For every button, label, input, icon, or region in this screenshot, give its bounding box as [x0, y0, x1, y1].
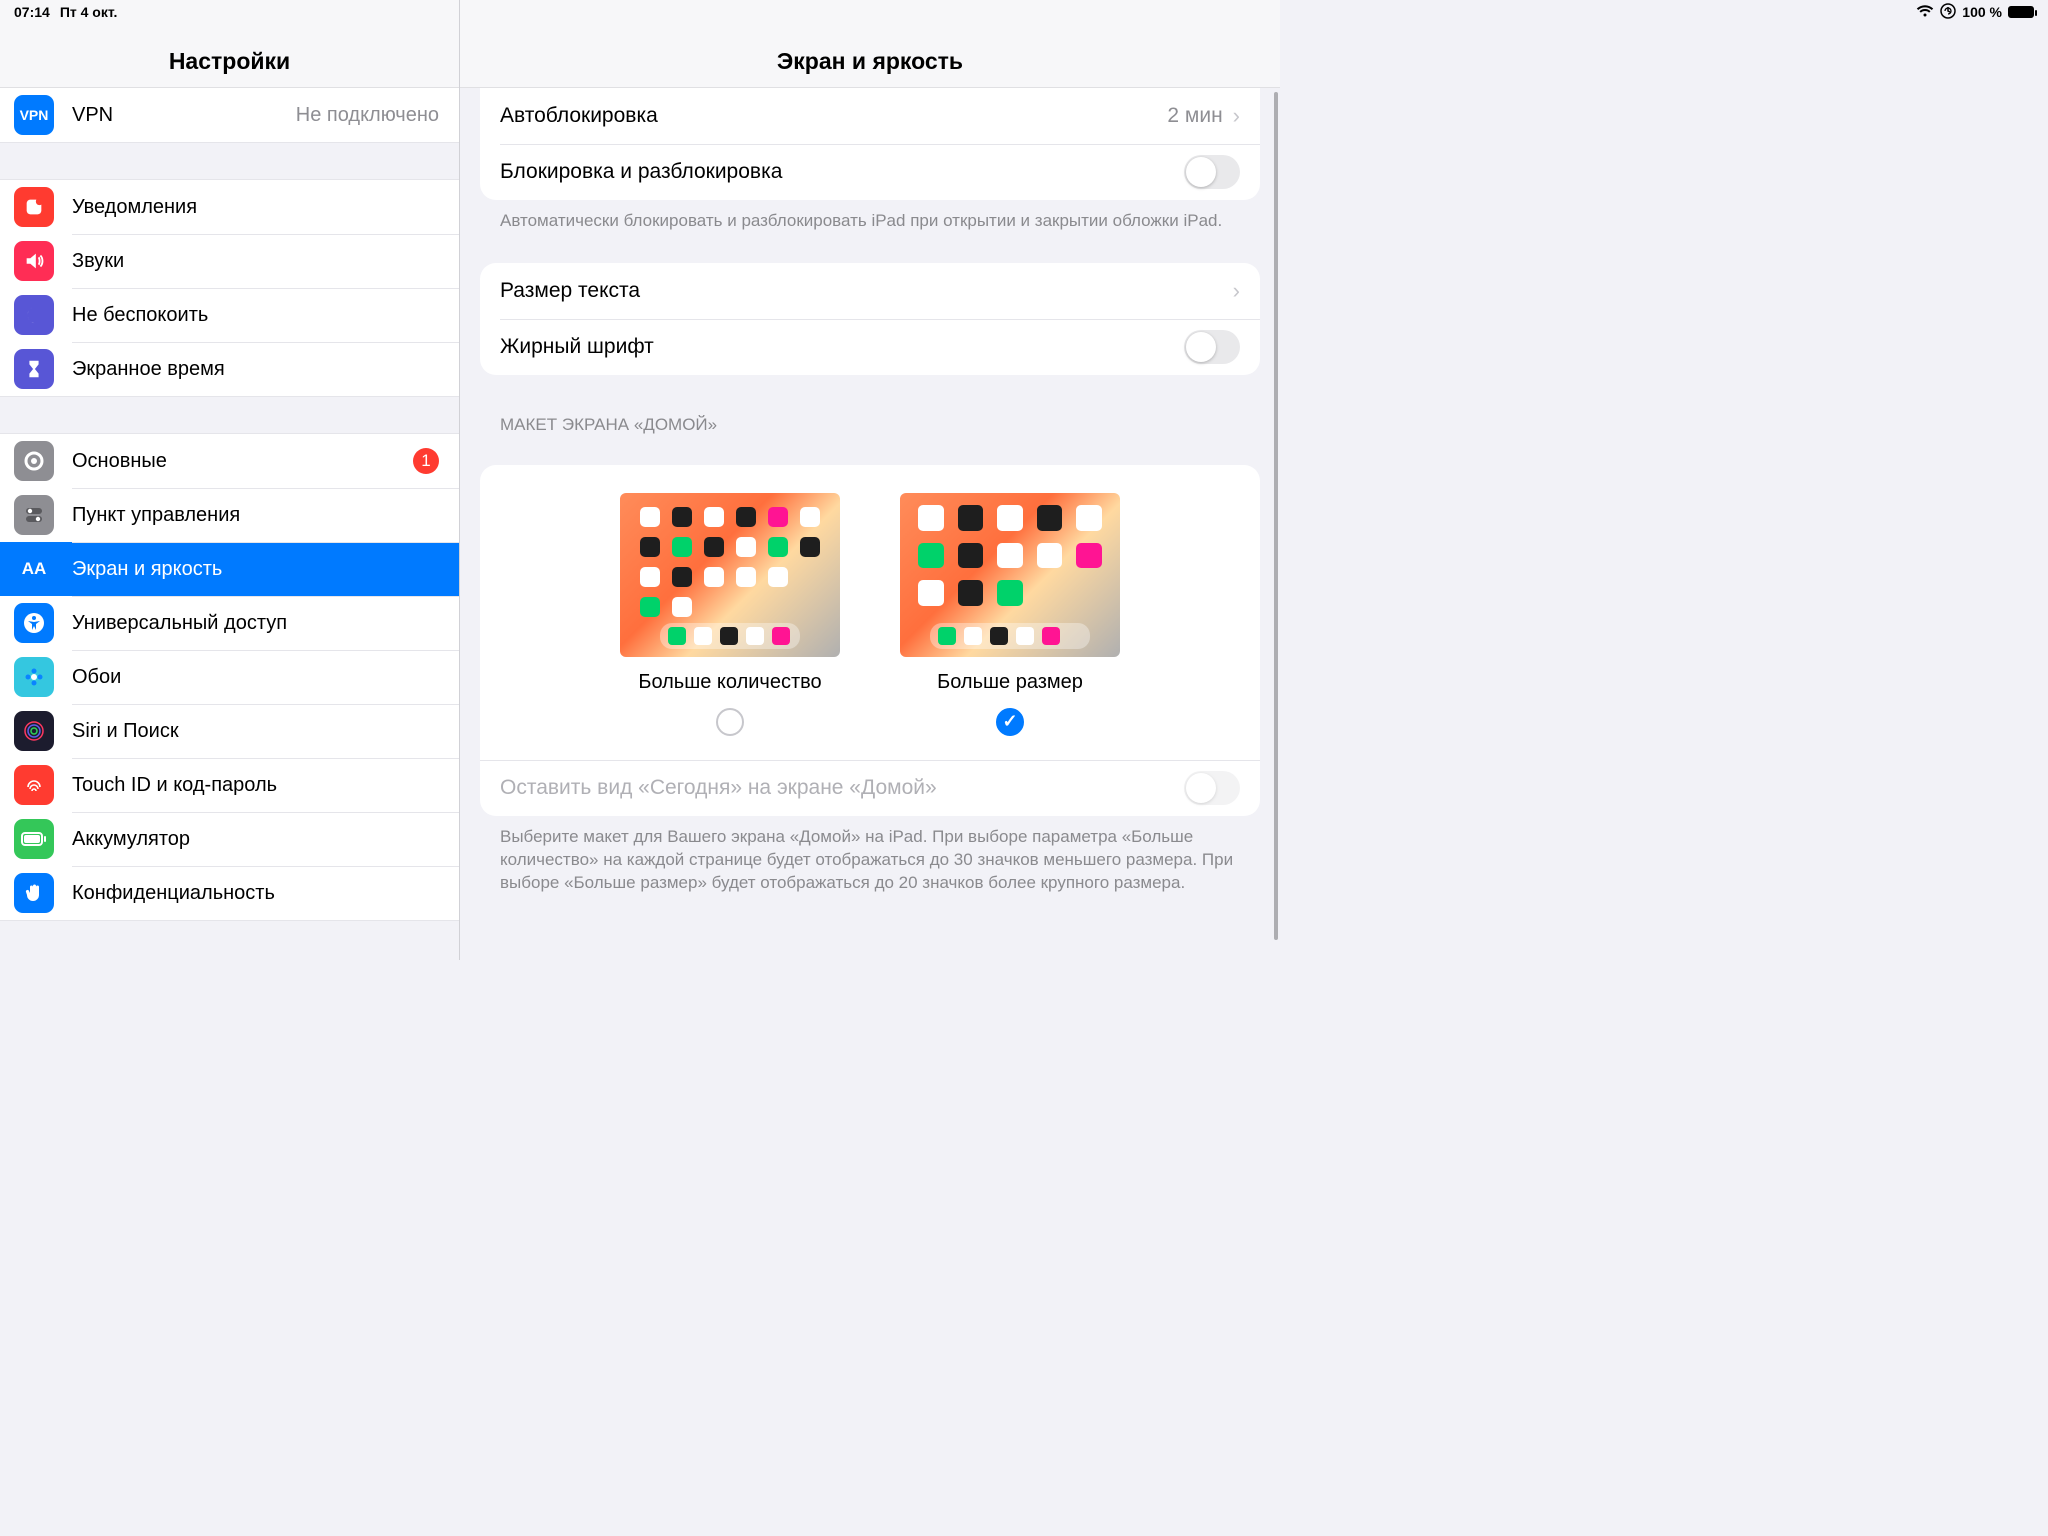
toggle-lock-unlock[interactable]	[1184, 155, 1240, 189]
home-layout-options: Больше количество	[480, 465, 1260, 760]
badge: 1	[413, 448, 439, 474]
option-label: Больше количество	[638, 671, 821, 694]
row-label: Жирный шрифт	[500, 335, 1184, 359]
text-size-icon: AA	[14, 549, 54, 589]
sidebar-item-touchid[interactable]: Touch ID и код-пароль	[0, 758, 459, 812]
sidebar-item-general[interactable]: Основные 1	[0, 434, 459, 488]
radio-larger[interactable]	[996, 708, 1024, 736]
sidebar-item-label: VPN	[72, 104, 296, 127]
hand-icon	[14, 873, 54, 913]
detail-pane: Экран и яркость Автоблокировка 2 мин › Б…	[460, 0, 1280, 960]
bell-icon	[14, 187, 54, 227]
row-lock-unlock[interactable]: Блокировка и разблокировка	[480, 144, 1260, 200]
sidebar-item-label: Пункт управления	[72, 504, 445, 527]
sidebar-item-label: Аккумулятор	[72, 828, 445, 851]
layout-option-more[interactable]: Больше количество	[620, 493, 840, 736]
option-label: Больше размер	[937, 671, 1083, 694]
row-label: Автоблокировка	[500, 104, 1167, 128]
sidebar-item-label: Touch ID и код-пароль	[72, 774, 445, 797]
sidebar-item-label: Экранное время	[72, 358, 445, 381]
sidebar-item-notifications[interactable]: Уведомления	[0, 180, 459, 234]
row-value: 2 мин	[1167, 104, 1222, 128]
hourglass-icon	[14, 349, 54, 389]
row-bold-text[interactable]: Жирный шрифт	[480, 319, 1260, 375]
sidebar-item-value: Не подключено	[296, 104, 439, 127]
sidebar-item-screentime[interactable]: Экранное время	[0, 342, 459, 396]
sidebar-item-accessibility[interactable]: Универсальный доступ	[0, 596, 459, 650]
chevron-right-icon: ›	[1233, 278, 1240, 304]
sidebar-item-label: Экран и яркость	[72, 558, 445, 581]
scrollbar[interactable]	[1274, 92, 1278, 940]
sidebar-item-label: Siri и Поиск	[72, 720, 445, 743]
settings-sidebar: Настройки VPN VPN Не подключено Уведомле…	[0, 0, 460, 960]
sidebar-item-wallpaper[interactable]: Обои	[0, 650, 459, 704]
status-date: Пт 4 окт.	[60, 4, 118, 20]
row-label: Оставить вид «Сегодня» на экране «Домой»	[500, 776, 1184, 800]
row-autolock[interactable]: Автоблокировка 2 мин ›	[480, 88, 1260, 144]
layout-preview-larger	[900, 493, 1120, 657]
battery-icon	[2008, 6, 2034, 18]
home-layout-footer: Выберите макет для Вашего экрана «Домой»…	[480, 816, 1260, 925]
sidebar-item-label: Звуки	[72, 250, 445, 273]
chevron-right-icon: ›	[1233, 103, 1240, 129]
sidebar-item-label: Универсальный доступ	[72, 612, 445, 635]
row-label: Блокировка и разблокировка	[500, 160, 1184, 184]
battery-percent: 100 %	[1962, 4, 2002, 20]
sidebar-item-dnd[interactable]: Не беспокоить	[0, 288, 459, 342]
row-label: Размер текста	[500, 279, 1233, 303]
vpn-icon: VPN	[14, 95, 54, 135]
siri-icon	[14, 711, 54, 751]
row-text-size[interactable]: Размер текста ›	[480, 263, 1260, 319]
radio-more[interactable]	[716, 708, 744, 736]
toggle-bold-text[interactable]	[1184, 330, 1240, 364]
sidebar-item-label: Конфиденциальность	[72, 882, 445, 905]
sidebar-item-vpn[interactable]: VPN VPN Не подключено	[0, 88, 459, 142]
sidebar-item-label: Обои	[72, 666, 445, 689]
switches-icon	[14, 495, 54, 535]
sidebar-item-privacy[interactable]: Конфиденциальность	[0, 866, 459, 920]
wifi-icon	[1916, 4, 1934, 21]
accessibility-icon	[14, 603, 54, 643]
fingerprint-icon	[14, 765, 54, 805]
status-bar: 07:14 Пт 4 окт. 100 %	[0, 0, 2048, 24]
sidebar-item-label: Уведомления	[72, 196, 445, 219]
home-layout-header: МАКЕТ ЭКРАНА «ДОМОЙ»	[480, 375, 1260, 445]
layout-option-larger[interactable]: Больше размер	[900, 493, 1120, 736]
sound-icon	[14, 241, 54, 281]
sidebar-item-battery[interactable]: Аккумулятор	[0, 812, 459, 866]
sidebar-item-label: Не беспокоить	[72, 304, 445, 327]
layout-preview-more	[620, 493, 840, 657]
sidebar-item-control-center[interactable]: Пункт управления	[0, 488, 459, 542]
row-keep-today: Оставить вид «Сегодня» на экране «Домой»	[480, 760, 1260, 816]
battery-icon	[14, 819, 54, 859]
gear-icon	[14, 441, 54, 481]
sidebar-item-label: Основные	[72, 450, 413, 473]
moon-icon	[14, 295, 54, 335]
status-time: 07:14	[14, 4, 50, 20]
toggle-keep-today	[1184, 771, 1240, 805]
sidebar-item-sounds[interactable]: Звуки	[0, 234, 459, 288]
sidebar-item-siri[interactable]: Siri и Поиск	[0, 704, 459, 758]
flower-icon	[14, 657, 54, 697]
sidebar-item-display[interactable]: AA Экран и яркость	[0, 542, 459, 596]
lock-footer: Автоматически блокировать и разблокирова…	[480, 200, 1260, 233]
rotation-lock-icon	[1940, 3, 1956, 22]
